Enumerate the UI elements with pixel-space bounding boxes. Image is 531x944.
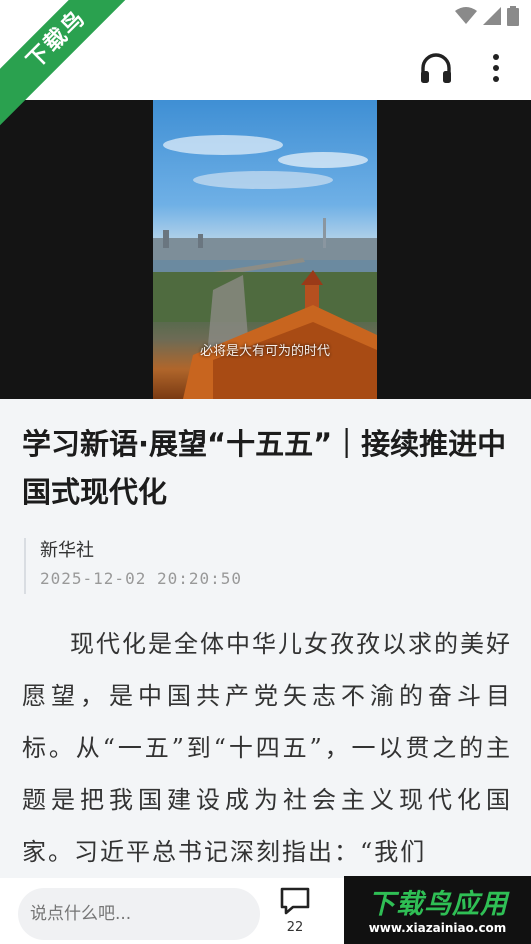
- more-vertical-icon[interactable]: [482, 50, 510, 86]
- video-player[interactable]: 必将是大有可为的时代: [0, 100, 531, 399]
- comment-input[interactable]: [18, 888, 260, 940]
- watermark-logo-text: 下载鸟应用: [368, 889, 508, 920]
- video-frame[interactable]: 必将是大有可为的时代: [153, 100, 377, 399]
- video-caption: 必将是大有可为的时代: [199, 344, 330, 359]
- comment-button[interactable]: 22: [276, 886, 314, 938]
- article-datetime: 2025-12-02 20:20:50: [40, 569, 243, 588]
- watermark-logo: 下载鸟应用 www.xiazainiao.com: [344, 876, 531, 944]
- comment-bubble-icon: [280, 887, 310, 915]
- status-icons: [455, 6, 519, 26]
- battery-icon: [507, 6, 519, 26]
- wifi-icon: [455, 7, 477, 24]
- article-body: 现代化是全体中华儿女孜孜以求的美好愿望，是中国共产党矢志不渝的奋斗目标。从“一五…: [22, 630, 512, 866]
- watermark-logo-url: www.xiazainiao.com: [368, 921, 507, 935]
- headphones-icon[interactable]: [418, 50, 454, 86]
- comment-count: 22: [286, 920, 304, 935]
- article-source[interactable]: 新华社: [40, 538, 242, 564]
- signal-icon: [483, 7, 501, 25]
- article-meta: 新华社 2025-12-02 20:20:50: [24, 538, 242, 594]
- article-title: 学习新语·展望“十五五”｜接续推进中国式现代化: [22, 427, 507, 509]
